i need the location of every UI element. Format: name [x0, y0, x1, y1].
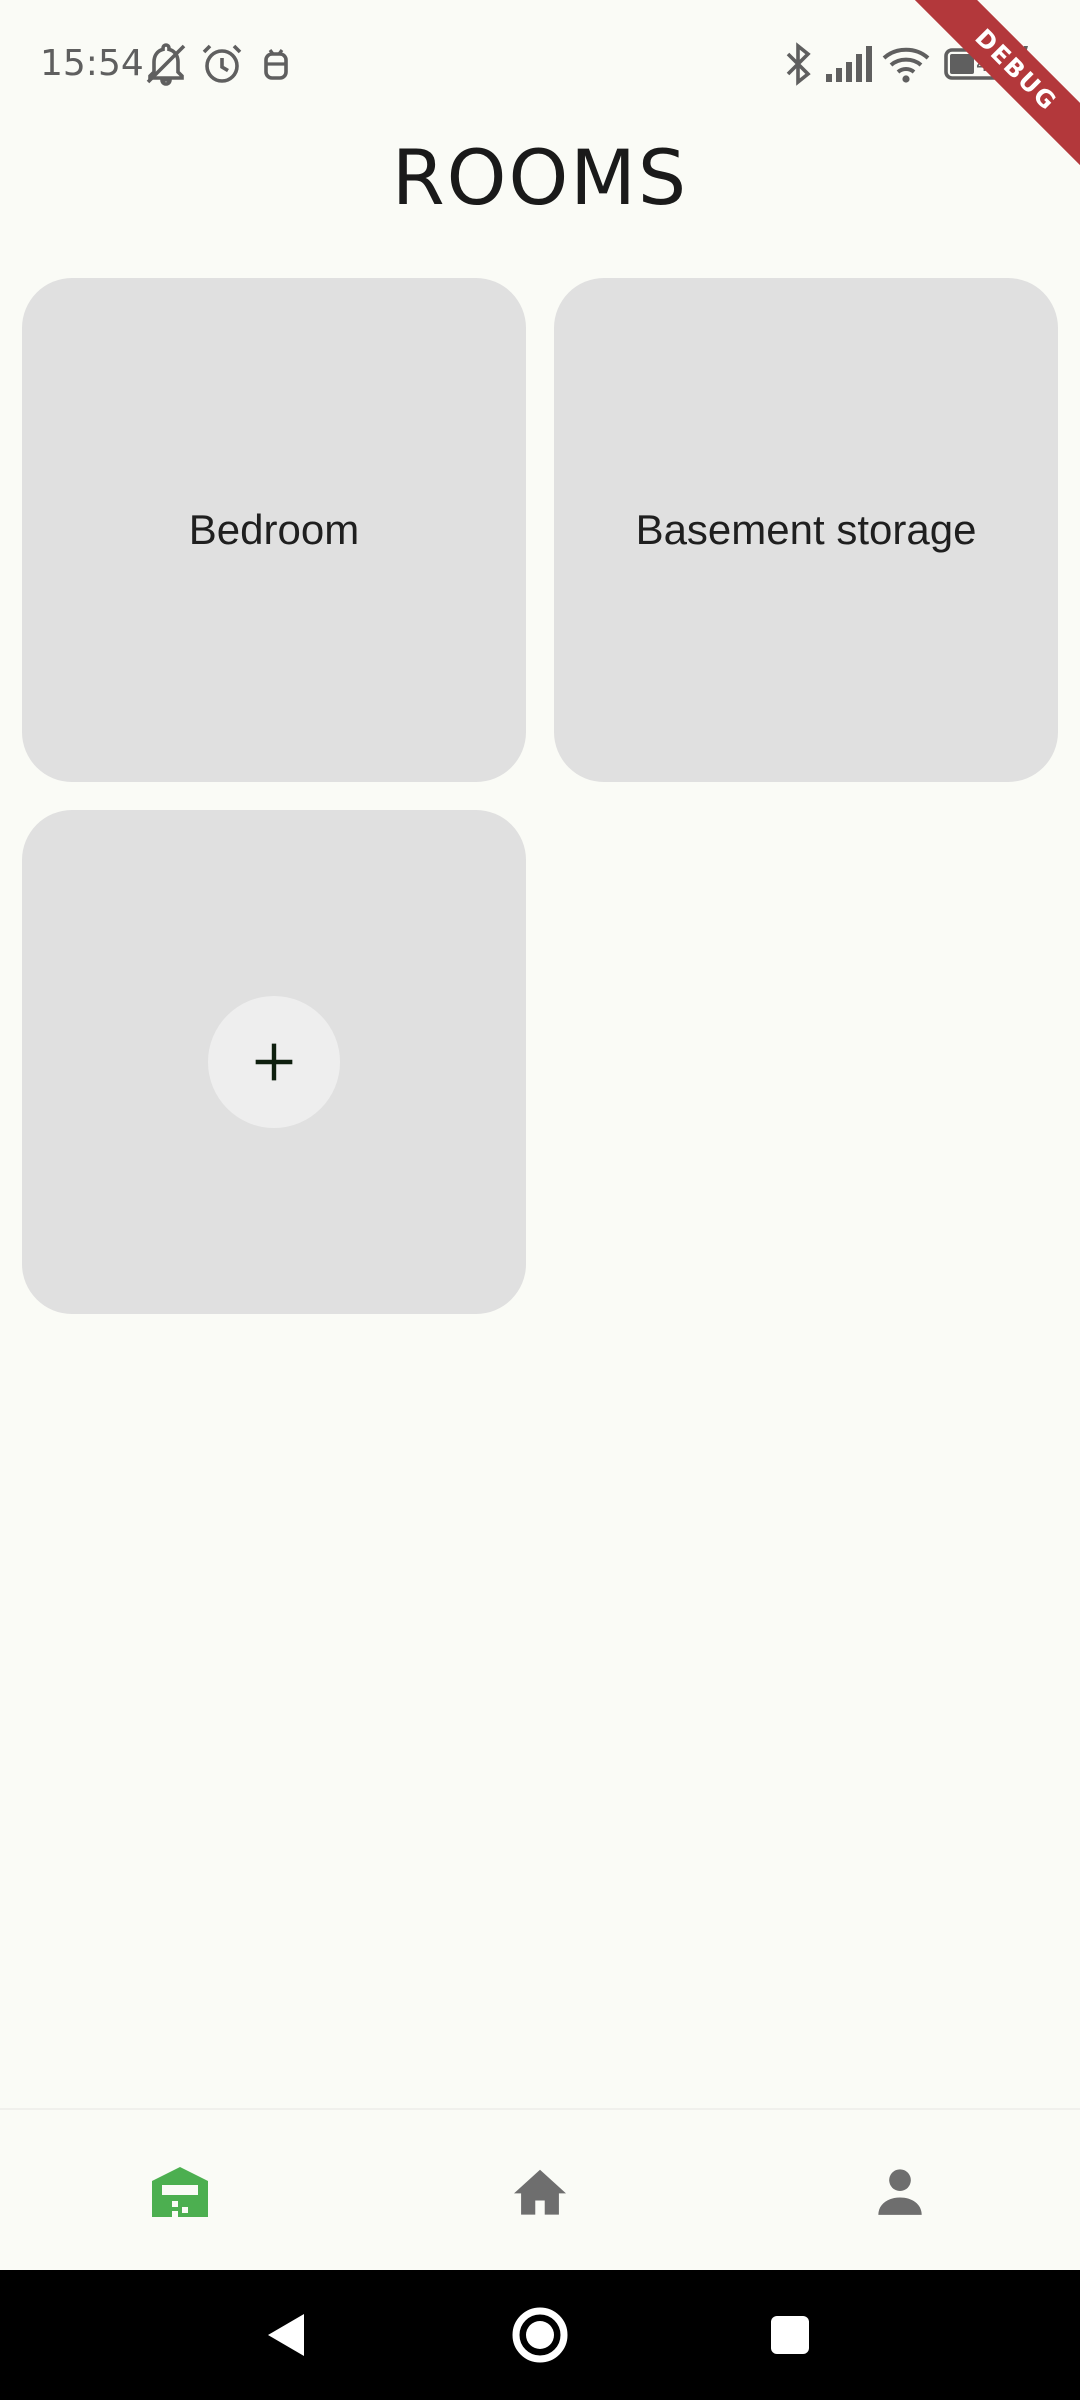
room-card-label: Bedroom — [188, 506, 360, 553]
nav-item-storage[interactable] — [0, 2110, 360, 2272]
add-room-button[interactable] — [208, 996, 340, 1128]
home-circle-icon — [512, 2307, 568, 2363]
status-time: 15:54 — [40, 43, 144, 84]
add-room-card[interactable] — [22, 810, 526, 1314]
vpn-robot-icon — [252, 40, 300, 88]
recents-icon — [771, 2316, 809, 2354]
home-button[interactable] — [500, 2295, 580, 2375]
back-button[interactable] — [246, 2295, 326, 2375]
storage-garage-icon — [152, 2167, 208, 2217]
nav-item-profile[interactable] — [720, 2110, 1080, 2272]
plus-icon — [255, 1043, 293, 1081]
room-card-basement-storage[interactable]: Basement storage — [554, 278, 1058, 782]
cellular-signal-icon — [822, 40, 872, 88]
bottom-navigation-bar — [0, 2108, 1080, 2272]
home-icon — [514, 2169, 566, 2215]
alarm-icon — [198, 40, 246, 88]
page-title: ROOMS — [391, 133, 689, 222]
nav-item-home[interactable] — [360, 2110, 720, 2272]
bluetooth-icon — [774, 40, 822, 88]
person-icon — [878, 2169, 922, 2215]
room-card-bedroom[interactable]: Bedroom — [22, 278, 526, 782]
room-card-label: Basement storage — [635, 506, 977, 553]
back-icon — [268, 2314, 304, 2356]
notifications-off-icon — [142, 40, 190, 88]
system-navigation-bar — [0, 2270, 1080, 2400]
recents-button[interactable] — [750, 2295, 830, 2375]
